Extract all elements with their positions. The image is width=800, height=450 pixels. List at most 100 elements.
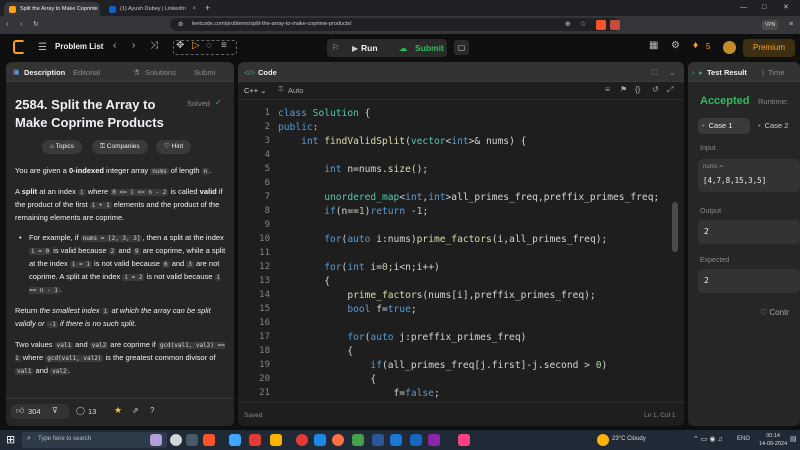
widget-app-icon[interactable] bbox=[150, 434, 162, 446]
expected-value: 2 bbox=[704, 276, 709, 285]
collapse-icon[interactable]: ⌄ bbox=[669, 68, 675, 77]
site-info-icon[interactable]: ⚙ bbox=[178, 20, 183, 30]
star-icon[interactable]: ★ bbox=[114, 405, 122, 416]
topics-chip[interactable]: ⌂ Topics bbox=[42, 140, 83, 154]
browser-tab-active[interactable]: Split the Array to Make Coprime × bbox=[4, 2, 100, 16]
hint-chip[interactable]: ♡ Hint bbox=[156, 140, 192, 154]
menu-icon[interactable]: ≡ bbox=[789, 20, 793, 30]
app-red-icon[interactable] bbox=[249, 434, 261, 446]
notes-icon[interactable]: ▢ bbox=[454, 40, 469, 55]
rewards-icon[interactable] bbox=[610, 20, 620, 30]
brave-taskbar-icon[interactable] bbox=[203, 434, 215, 446]
thumbs-up-icon[interactable]: 👍︎ bbox=[16, 406, 24, 416]
chrome-icon[interactable] bbox=[170, 434, 182, 446]
thumbs-down-icon[interactable]: ⊽ bbox=[52, 406, 58, 415]
weather-icon[interactable] bbox=[597, 434, 609, 446]
editor-scrollbar[interactable] bbox=[672, 202, 678, 252]
windows-start-icon[interactable]: ⊞ bbox=[6, 434, 15, 446]
next-problem-icon[interactable]: › bbox=[132, 40, 135, 52]
settings-sliders-icon[interactable]: ≡ bbox=[221, 40, 227, 52]
inline-code: i bbox=[77, 189, 86, 196]
bookmark-icon[interactable]: ⚑ bbox=[620, 85, 627, 94]
weather-text[interactable]: 23°C Cloudy bbox=[612, 436, 646, 442]
fullscreen-icon[interactable]: ⤢ bbox=[667, 85, 673, 95]
app-pink-icon[interactable] bbox=[458, 434, 470, 446]
vscode-icon[interactable] bbox=[314, 434, 326, 446]
tab-submissions[interactable]: Submi bbox=[194, 68, 215, 77]
close-window-icon[interactable]: ✕ bbox=[783, 3, 789, 13]
settings-gear-icon[interactable]: ⚙ bbox=[671, 40, 680, 52]
language-indicator[interactable]: ENG bbox=[737, 436, 750, 442]
app-blue-icon[interactable] bbox=[390, 434, 402, 446]
browser-tab-title: Split the Array to Make Coprime bbox=[20, 6, 98, 12]
shuffle-icon[interactable]: ⤨ bbox=[150, 40, 158, 52]
output-value: 2 bbox=[704, 227, 709, 236]
browser-tab-title: (1) Ayush Dubey | LinkedIn bbox=[120, 6, 186, 12]
notification-icon[interactable]: ▤ bbox=[790, 435, 797, 443]
drag-handle-icon[interactable]: ✥ bbox=[176, 40, 184, 52]
prev-problem-icon[interactable]: ‹ bbox=[113, 40, 116, 52]
opera-icon[interactable] bbox=[296, 434, 308, 446]
tab-test-result[interactable]: Test Result bbox=[707, 68, 747, 77]
close-tab-icon[interactable]: × bbox=[92, 2, 96, 16]
clock[interactable]: 00:14 14-09-2024 bbox=[759, 432, 787, 448]
maximize-icon[interactable]: □ bbox=[762, 3, 766, 13]
app-purple-icon[interactable] bbox=[428, 434, 440, 446]
tab-description[interactable]: Description bbox=[24, 68, 65, 77]
bookmark-star-icon[interactable]: ☆ bbox=[580, 20, 586, 30]
tab-timeline[interactable]: Time bbox=[768, 68, 784, 77]
language-select[interactable]: C++ ⌄ bbox=[244, 86, 267, 95]
excel-icon[interactable] bbox=[352, 434, 364, 446]
run-button[interactable]: Run bbox=[361, 43, 378, 53]
comment-icon[interactable]: ◯ bbox=[76, 406, 85, 415]
leetcode-logo-icon[interactable] bbox=[13, 40, 25, 54]
share-icon[interactable]: ⇗ bbox=[132, 406, 139, 415]
problem-list-link[interactable]: Problem List bbox=[55, 42, 103, 51]
edge-icon[interactable] bbox=[410, 434, 422, 446]
contribute-link[interactable]: ♡ Contr bbox=[760, 308, 789, 317]
avatar[interactable] bbox=[723, 41, 736, 54]
submit-button[interactable]: Submit bbox=[415, 43, 444, 53]
zoom-icon[interactable]: ⊕ bbox=[565, 20, 571, 30]
back-icon[interactable]: ‹ bbox=[6, 20, 8, 30]
file-explorer-icon[interactable] bbox=[270, 434, 282, 446]
format-icon[interactable]: ≡ bbox=[605, 85, 610, 94]
new-tab-icon[interactable]: + bbox=[205, 3, 210, 13]
play-debug-icon[interactable]: ▷ bbox=[192, 40, 200, 52]
language-label: C++ bbox=[244, 86, 259, 95]
maximize-panel-icon[interactable]: ⛶ bbox=[652, 68, 657, 77]
task-view-icon[interactable] bbox=[186, 434, 198, 446]
code-editor[interactable]: 1 class Solution {2 public: 3 int findValid… bbox=[238, 104, 668, 399]
code-line: prime_factors(nums[i],preffix_primes_fre… bbox=[347, 290, 596, 301]
vpn-button[interactable]: VPN bbox=[762, 20, 779, 30]
collapse-left-icon[interactable]: › bbox=[692, 68, 695, 77]
url-input[interactable]: ⚙ leetcode.com/problems/split-the-array-… bbox=[170, 18, 620, 31]
braces-icon[interactable]: {} bbox=[635, 85, 640, 94]
firefox-icon[interactable] bbox=[332, 434, 344, 446]
companies-chip[interactable]: ⚿ Companies bbox=[92, 140, 148, 154]
tray-icons[interactable]: ⌃ ▭ ◉ ♫ bbox=[693, 435, 723, 443]
test-result-tabs: › ▸ Test Result | Time bbox=[688, 62, 800, 82]
hide-icon[interactable]: ◌ bbox=[206, 40, 212, 52]
auto-mode-label[interactable]: Auto bbox=[288, 86, 303, 95]
tab-editorial[interactable]: Editorial bbox=[73, 68, 100, 77]
premium-button[interactable]: Premium bbox=[743, 39, 795, 57]
tab-solutions[interactable]: Solutions bbox=[145, 68, 176, 77]
taskbar-search-box[interactable]: ⌕ Type here to search bbox=[22, 432, 167, 448]
brave-shield-icon[interactable] bbox=[596, 20, 606, 30]
browser-tab-linkedin[interactable]: (1) Ayush Dubey | LinkedIn × bbox=[104, 2, 200, 16]
reload-icon[interactable]: ↻ bbox=[33, 20, 39, 30]
line-number: 2 bbox=[264, 122, 270, 132]
case-1-tab[interactable]: • Case 1 bbox=[698, 118, 750, 134]
word-icon[interactable] bbox=[372, 434, 384, 446]
case-2-tab[interactable]: • Case 2 bbox=[758, 118, 788, 134]
list-icon[interactable]: ☰ bbox=[38, 42, 47, 54]
mail-icon[interactable] bbox=[229, 434, 241, 446]
debugger-icon[interactable]: ⚐ bbox=[332, 43, 339, 52]
forward-icon[interactable]: › bbox=[20, 20, 22, 30]
minimize-icon[interactable]: — bbox=[740, 3, 747, 13]
close-tab-icon[interactable]: × bbox=[192, 2, 196, 16]
layout-grid-icon[interactable]: ▦ bbox=[649, 40, 658, 52]
help-icon[interactable]: ? bbox=[150, 406, 154, 415]
reset-icon[interactable]: ↺ bbox=[652, 85, 659, 94]
